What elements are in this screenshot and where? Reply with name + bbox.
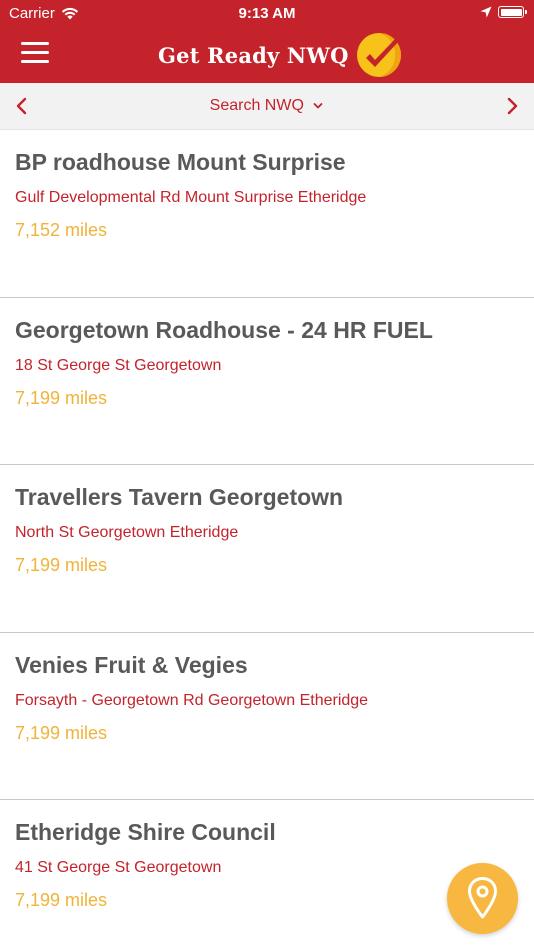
location-distance: 7,199 miles <box>15 722 108 743</box>
location-arrow-icon <box>480 6 492 18</box>
list-item[interactable]: Venies Fruit & Vegies Forsayth - Georget… <box>0 633 534 800</box>
location-distance: 7,199 miles <box>15 555 108 575</box>
app-screen: Carrier 9:13 AM Get Ready NWQ Search NWQ… <box>0 0 534 950</box>
location-distance: 7,152 miles <box>15 220 108 240</box>
location-distance: 7,199 miles <box>15 890 108 910</box>
dropdown-label: Search NWQ <box>209 97 304 114</box>
location-address: Forsayth - Georgetown Rd Georgetown Ethe… <box>15 691 369 709</box>
sub-navigation: Search NWQ <box>0 83 534 130</box>
location-name: Georgetown Roadhouse - 24 HR FUEL <box>15 316 433 343</box>
list-item[interactable]: Etheridge Shire Council 41 St George St … <box>0 800 534 950</box>
location-name: BP roadhouse Mount Surprise <box>15 149 346 175</box>
location-distance: 7,199 miles <box>15 387 108 408</box>
app-title: Get Ready NWQ <box>158 42 349 68</box>
chevron-down-icon <box>313 102 323 109</box>
list-item[interactable]: Travellers Tavern Georgetown North St Ge… <box>0 465 534 633</box>
location-address: 41 St George St Georgetown <box>15 859 222 876</box>
app-header: Get Ready NWQ <box>0 28 534 83</box>
chevron-right-icon[interactable] <box>501 95 523 117</box>
list-item[interactable]: Georgetown Roadhouse - 24 HR FUEL 18 St … <box>0 298 534 465</box>
location-name: Etheridge Shire Council <box>15 819 276 845</box>
status-right <box>480 6 527 18</box>
menu-button[interactable] <box>21 42 49 66</box>
sun-check-logo <box>356 33 401 77</box>
map-pin-icon <box>468 877 497 919</box>
brand: Get Ready NWQ <box>158 30 403 80</box>
location-address: 18 St George St Georgetown <box>15 356 222 374</box>
map-button[interactable] <box>447 863 518 934</box>
top-bar: Carrier 9:13 AM Get Ready NWQ <box>0 0 534 83</box>
status-time: 9:13 AM <box>238 5 296 22</box>
list-item[interactable]: BP roadhouse Mount Surprise Gulf Develop… <box>0 130 534 298</box>
battery-icon <box>498 6 527 18</box>
location-address: North St Georgetown Etheridge <box>15 524 239 541</box>
status-bar: Carrier 9:13 AM <box>0 0 534 28</box>
location-address: Gulf Developmental Rd Mount Surprise Eth… <box>15 189 367 206</box>
search-nwq-dropdown[interactable]: Search NWQ <box>0 97 534 115</box>
location-list: BP roadhouse Mount Surprise Gulf Develop… <box>0 130 534 950</box>
location-name: Travellers Tavern Georgetown <box>15 484 344 510</box>
hamburger-menu-icon <box>21 42 49 45</box>
location-name: Venies Fruit & Vegies <box>15 651 248 678</box>
